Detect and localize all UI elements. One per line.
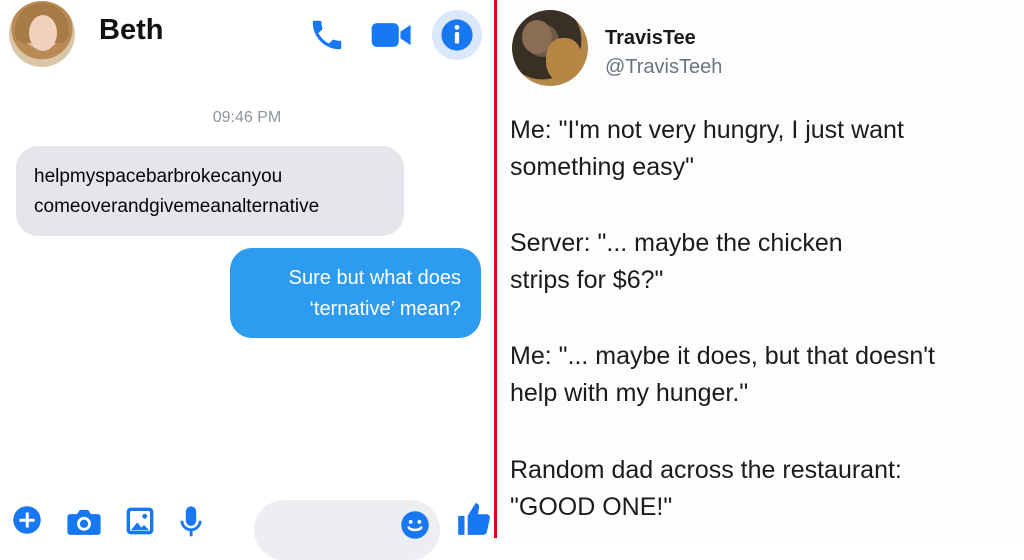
phone-icon[interactable] [308,16,346,59]
incoming-message-line: comeoverandgivemeanalternative [34,196,320,217]
gallery-icon[interactable] [124,505,156,542]
tweet-line: Server: "... maybe the chicken [510,229,843,257]
tweet-line: help with my hunger." [510,379,749,407]
tweet-line: strips for $6?" [510,266,664,294]
microphone-icon[interactable] [178,505,204,544]
message-input[interactable] [254,500,440,560]
contact-name[interactable]: Beth [99,14,163,47]
thumbs-up-icon[interactable] [455,500,493,543]
message-timestamp: 09:46 PM [212,109,282,126]
incoming-message-bubble[interactable]: helpmyspacebarbrokecanyou comeoverandgiv… [16,146,404,236]
tweet-line: Me: "I'm not very hungry, I just want [510,116,904,144]
camera-icon[interactable] [66,505,102,542]
plus-icon[interactable] [12,505,42,540]
tweet-author-avatar[interactable] [512,10,588,86]
incoming-message-line: helpmyspacebarbrokecanyou [34,166,283,187]
video-camera-icon[interactable] [370,16,414,59]
avatar-face [29,15,57,51]
outgoing-message-bubble[interactable]: Sure but what does ‘ternative’ mean? [230,248,481,338]
tweet-panel: TravisTee @TravisTeeh Me: "I'm not very … [497,0,1024,538]
tweet-paragraph: Random dad across the restaurant: "GOOD … [510,452,902,526]
tweet-paragraph: Me: "I'm not very hungry, I just want so… [510,112,904,186]
tweet-author-handle[interactable]: @TravisTeeh [605,56,722,79]
contact-avatar[interactable] [9,1,75,67]
tweet-paragraph: Me: "... maybe it does, but that doesn't… [510,338,935,412]
tweet-author-name[interactable]: TravisTee [605,27,696,50]
info-icon [440,18,474,57]
tweet-line: something easy" [510,153,694,181]
tweet-line: Me: "... maybe it does, but that doesn't [510,342,935,370]
messenger-panel: Beth 09:46 PM helpmyspacebarbrokecanyou … [0,0,494,560]
tweet-line: "GOOD ONE!" [510,493,673,521]
emoji-icon[interactable] [400,510,430,545]
outgoing-message-line: Sure but what does [288,267,461,289]
avatar-dog [546,38,582,82]
info-button[interactable] [432,10,482,60]
tweet-line: Random dad across the restaurant: [510,456,902,484]
outgoing-message-line: ‘ternative’ mean? [309,298,461,320]
tweet-paragraph: Server: "... maybe the chicken strips fo… [510,225,843,299]
